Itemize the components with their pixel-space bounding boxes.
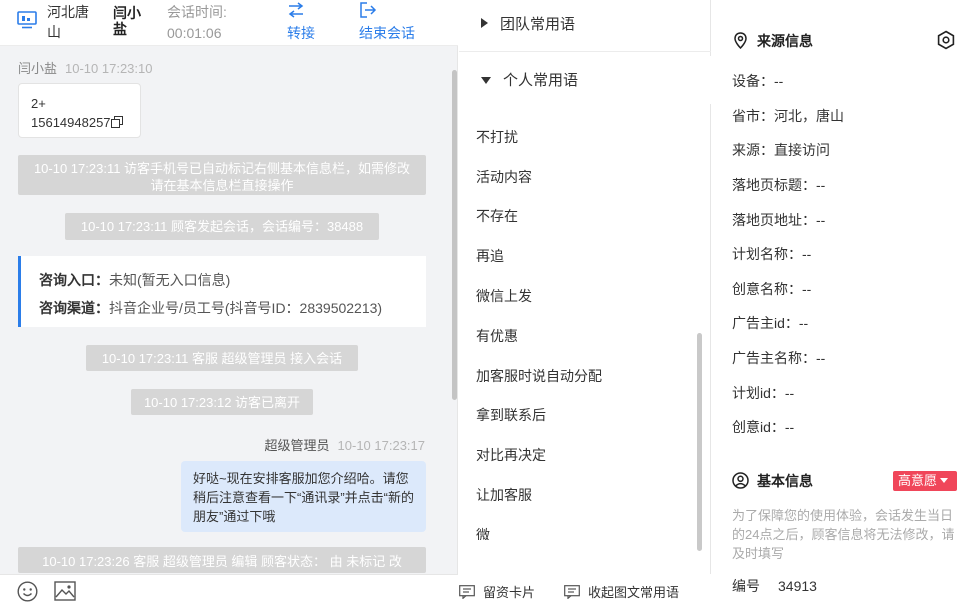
chat-scrollbar[interactable]	[452, 70, 457, 400]
system-message: 10-10 17:23:11 访客手机号已自动标记右侧基本信息栏，如需修改请在基…	[18, 155, 426, 195]
field-landing-title: 落地页标题：--	[732, 177, 826, 193]
exit-icon	[360, 2, 377, 18]
collapse-rich-phrases-button[interactable]: 收起图文常用语	[564, 582, 679, 601]
field-advertiser-name: 广告主名称：--	[732, 350, 826, 366]
phrase-item[interactable]: 有优惠	[476, 317, 696, 357]
copy-icon[interactable]	[110, 116, 123, 128]
system-message: 10-10 17:23:11 客服 超级管理员 接入会话	[86, 345, 358, 371]
system-message: 10-10 17:23:12 访客已离开	[131, 389, 313, 415]
visitor-message-time: 10-10 17:23:10	[65, 61, 153, 76]
personal-phrases-label: 个人常用语	[503, 72, 579, 89]
channel-label: 咨询渠道：	[39, 300, 109, 316]
agent-message-time: 10-10 17:23:17	[337, 438, 425, 453]
source-info-title: 来源信息	[732, 31, 813, 51]
phrase-scrollbar[interactable]	[697, 333, 702, 551]
transfer-icon	[288, 2, 304, 18]
chat-panel: 河北唐山 闫小盐 会话时间: 00:01:06 转接 结束会话 闫小盐 10-10…	[0, 0, 458, 604]
phrase-item[interactable]: 不打扰	[476, 118, 696, 158]
session-time-value: 00:01:06	[167, 25, 222, 41]
entry-value: 未知(暂无入口信息)	[109, 272, 231, 288]
phrase-item[interactable]: 不存在	[476, 197, 696, 237]
field-plan-name: 计划名称：--	[732, 246, 812, 262]
phrase-item[interactable]: 活动内容	[476, 158, 696, 198]
field-creative-id: 创意id：--	[732, 419, 795, 435]
card-icon	[459, 585, 475, 599]
collapse-rich-phrases-label: 收起图文常用语	[588, 585, 680, 600]
phrases-panel: 团队常用语 问价格 不打扰 活动内容 不存在 再追 微信上发 有优惠 加客服时说…	[459, 0, 711, 604]
team-phrases-label: 团队常用语	[500, 16, 576, 33]
field-advertiser-id: 广告主id：--	[732, 315, 809, 331]
caret-down-icon	[481, 77, 491, 84]
session-time-label: 会话时间:	[167, 4, 227, 20]
phrase-item[interactable]: 再追	[476, 237, 696, 277]
entry-label: 咨询入口：	[39, 272, 109, 288]
agent-message-meta: 超级管理员 10-10 17:23:17	[265, 435, 425, 454]
phrase-item[interactable]: 拿到联系后	[476, 396, 696, 436]
customer-id-row: 编号 34913	[732, 576, 817, 596]
consult-entry-card: 咨询入口：未知(暂无入口信息) 咨询渠道：抖音企业号/员工号(抖音号ID：283…	[18, 256, 426, 327]
transfer-button[interactable]: 转接	[287, 0, 327, 46]
lead-card-button[interactable]: 留资卡片	[459, 582, 535, 601]
visitor-message-phone: 15614948257	[31, 115, 111, 130]
message-icon	[564, 585, 580, 599]
visitor-message-line1: 2+	[31, 96, 46, 111]
channel-value: 抖音企业号/员工号(抖音号ID：2839502213)	[109, 300, 383, 316]
chat-header: 河北唐山 闫小盐 会话时间: 00:01:06 转接 结束会话	[0, 0, 458, 46]
system-message: 10-10 17:23:26 客服 超级管理员 编辑 顾客状态： 由 未标记 改	[18, 547, 426, 573]
user-circle-icon	[732, 472, 749, 489]
phrase-item[interactable]: 微信上发	[476, 277, 696, 317]
team-phrases-group[interactable]: 团队常用语	[459, 0, 711, 52]
visitor-message-bubble: 2+ 15614948257	[18, 83, 141, 138]
phrase-item[interactable]: 加客服时说自动分配	[476, 357, 696, 397]
phrase-item[interactable]: 对比再决定	[476, 436, 696, 476]
field-creative-name: 创意名称：--	[732, 281, 812, 297]
caret-right-icon	[481, 18, 488, 28]
agent-name: 超级管理员	[264, 438, 330, 453]
source-info-label: 来源信息	[757, 33, 813, 49]
edit-deadline-notice: 为了保障您的使用体验，会话发生当日的24点之后，顾客信息将无法修改，请及时填写	[732, 508, 955, 561]
chat-toolbar	[0, 574, 458, 604]
emoji-icon[interactable]	[17, 581, 38, 602]
settings-icon[interactable]	[936, 30, 956, 50]
system-message: 10-10 17:23:11 顾客发起会话，会话编号：38488	[65, 213, 379, 240]
lead-card-label: 留资卡片	[483, 585, 536, 600]
customer-name: 闫小盐	[113, 5, 141, 37]
agent-message-bubble: 好哒~现在安排客服加您介绍哈。请您稍后注意查看一下“通讯录”并点击“新的朋友”通…	[181, 461, 426, 532]
personal-phrases-group[interactable]: 个人常用语	[459, 56, 711, 104]
image-icon[interactable]	[54, 581, 76, 601]
customer-info-panel: 来源信息 设备：-- 省市：河北，唐山 来源：直接访问 落地页标题：-- 落地页…	[712, 0, 974, 604]
intent-level-label: 高意愿	[898, 473, 938, 488]
basic-info-label: 基本信息	[757, 473, 813, 489]
end-session-button[interactable]: 结束会话	[359, 0, 429, 46]
customer-id-value: 34913	[778, 578, 817, 594]
customer-id-label: 编号	[732, 578, 760, 594]
transfer-label: 转接	[287, 25, 315, 41]
caret-down-icon	[940, 478, 949, 483]
basic-info-title: 基本信息	[732, 471, 813, 491]
visitor-name: 闫小盐	[18, 61, 58, 76]
field-device: 设备：--	[732, 73, 784, 89]
field-source: 来源：直接访问	[732, 142, 830, 158]
visitor-message-meta: 闫小盐 10-10 17:23:10	[18, 58, 152, 77]
phrase-toolbar: 留资卡片 收起图文常用语	[459, 574, 711, 604]
monitor-icon	[17, 11, 37, 29]
intent-level-dropdown[interactable]: 高意愿	[893, 471, 957, 491]
end-session-label: 结束会话	[359, 25, 415, 41]
field-landing-url: 落地页地址：--	[732, 212, 826, 228]
field-province-city: 省市：河北，唐山	[732, 108, 844, 124]
phrase-item[interactable]: 让加客服	[476, 476, 696, 516]
phrase-list: 问价格 不打扰 活动内容 不存在 再追 微信上发 有优惠 加客服时说自动分配 拿…	[476, 88, 696, 540]
phrase-list-viewport: 问价格 不打扰 活动内容 不存在 再追 微信上发 有优惠 加客服时说自动分配 拿…	[459, 88, 711, 540]
field-plan-id: 计划id：--	[732, 385, 795, 401]
location-pin-icon	[734, 32, 747, 49]
phrase-item[interactable]: 微	[476, 516, 696, 540]
customer-location: 河北唐山	[47, 4, 89, 40]
